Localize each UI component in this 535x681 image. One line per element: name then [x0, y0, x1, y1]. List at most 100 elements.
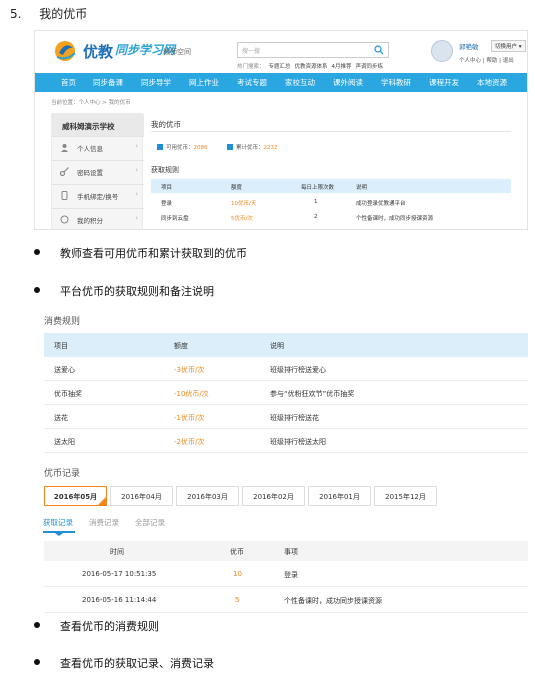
- sidebar: 威科姆演示学校 个人信息 › 密码设置 › 手机绑定/换号 › 我的积分 ›: [51, 113, 144, 229]
- table-cell: 班级排行榜送花: [270, 414, 319, 422]
- sidebar-item-label: 我的积分: [77, 217, 103, 225]
- sidebar-item-points[interactable]: 我的积分 ›: [52, 208, 144, 229]
- nav-item-local-resources[interactable]: 本地资源: [477, 77, 507, 88]
- breadcrumb: 当前位置：个人中心 > 我的优币: [51, 100, 131, 106]
- switch-user-dropdown[interactable]: 切换用户 ▾: [491, 40, 526, 52]
- month-tab-2016-05[interactable]: 2016年05月: [44, 486, 107, 506]
- consume-rules-title: 消费规则: [44, 317, 81, 327]
- tab-spend-records[interactable]: 消费记录: [89, 517, 119, 528]
- table-cell: 1: [314, 199, 318, 205]
- month-label: 2016年01月: [319, 493, 360, 501]
- table-cell: 同步到云盘: [161, 216, 189, 222]
- user-icon: [61, 144, 68, 152]
- table-header-cell: 优币: [230, 548, 244, 556]
- chevron-right-icon: ›: [135, 190, 138, 198]
- table-row: 送太阳 -2优币/次 班级排行榜送太阳: [44, 429, 528, 453]
- nav-item-exam[interactable]: 考试专题: [237, 77, 267, 88]
- sidebar-item-phone[interactable]: 手机绑定/换号 ›: [52, 184, 144, 206]
- section-heading: 5. 我的优币: [10, 5, 87, 22]
- selected-corner-icon: [98, 497, 106, 505]
- nav-item-course-dev[interactable]: 课程开发: [429, 77, 459, 88]
- caret-down-icon: [55, 533, 63, 536]
- table-row: 送爱心 -3优币/次 班级排行榜送爱心: [44, 357, 528, 381]
- table-cell: 送太阳: [54, 438, 75, 446]
- sidebar-item-profile[interactable]: 个人信息 ›: [52, 136, 144, 158]
- nav-item-lesson-prep[interactable]: 同步备课: [93, 77, 123, 88]
- logo-main-text: 优教: [83, 43, 114, 61]
- nav-item-home[interactable]: 首页: [61, 77, 76, 88]
- bullet-item: 查看优币的获取记录、消费记录: [34, 655, 214, 671]
- table-cell: -2优币/次: [174, 438, 205, 446]
- coin-icon: [60, 215, 69, 224]
- section-title: 我的优币: [39, 7, 88, 21]
- bullet-item: 查看优币的消费规则: [34, 618, 159, 634]
- table-row: 2016-05-17 10:51:35 10 登录: [44, 561, 528, 587]
- month-label: 2016年02月: [253, 493, 294, 501]
- nav-item-reading[interactable]: 课外阅读: [333, 77, 363, 88]
- table-header-cell: 额度: [174, 342, 188, 350]
- table-row: 送花 -1优币/次 班级排行榜送花: [44, 405, 528, 429]
- table-cell: 登录: [161, 201, 173, 207]
- total-coins-label: 累计优币：: [236, 145, 264, 151]
- search-icon[interactable]: [374, 45, 384, 55]
- bullet-dot: [34, 659, 40, 665]
- avatar[interactable]: [431, 40, 453, 62]
- user-name[interactable]: 郭艳敏: [459, 41, 479, 51]
- table-header-cell: 事项: [284, 548, 298, 556]
- nav-item-homework[interactable]: 网上作业: [189, 77, 219, 88]
- table-cell: 10: [233, 570, 242, 578]
- table-cell: 参与“优粉狂欢节”优币抽奖: [270, 390, 355, 398]
- user-links[interactable]: 个人中心 | 帮助 | 退出: [459, 56, 514, 64]
- key-icon: [60, 167, 69, 176]
- table-cell: 2: [314, 214, 318, 220]
- hot-search-item[interactable]: 声调同步练: [356, 64, 384, 70]
- sidebar-item-password[interactable]: 密码设置 ›: [52, 160, 144, 182]
- table-cell: 班级排行榜送太阳: [270, 438, 326, 446]
- table-cell: 个性备课时，成功同步授课资源: [284, 597, 382, 605]
- hot-search-item[interactable]: 优教资源体系: [295, 64, 328, 70]
- bullet-dot: [34, 287, 40, 293]
- bullet-text: 查看优币的获取记录、消费记录: [60, 657, 214, 670]
- nav-item-home-school[interactable]: 家校互动: [285, 77, 315, 88]
- search-input[interactable]: 搜一搜: [237, 42, 389, 58]
- tab-earn-records[interactable]: 获取记录: [43, 517, 73, 528]
- sidebar-item-label: 密码设置: [77, 169, 103, 177]
- hot-search-item[interactable]: 专题汇总: [269, 64, 291, 70]
- page-title: 我的优币: [151, 120, 181, 129]
- month-label: 2015年12月: [385, 493, 426, 501]
- table-cell: 个性备课时，成功同步授课资源: [356, 216, 434, 222]
- table-cell: 成功登录优教通平台: [356, 201, 406, 207]
- tab-all-records[interactable]: 全部记录: [135, 517, 165, 528]
- nav-item-guided-study[interactable]: 同步导学: [141, 77, 171, 88]
- available-coins-label: 可用优币：: [166, 145, 194, 151]
- table-cell: 2016-05-16 11:14:44: [82, 596, 157, 604]
- month-label: 2016年04月: [121, 493, 162, 501]
- month-tab-2016-01[interactable]: 2016年01月: [308, 486, 371, 506]
- table-header-cell: 时间: [110, 548, 124, 556]
- table-header-cell: 项目: [54, 342, 68, 350]
- table-header-cell: 项目: [161, 185, 173, 191]
- month-tab-2016-04[interactable]: 2016年04月: [110, 486, 173, 506]
- bullet-item: 平台优币的获取规则和备注说明: [34, 283, 214, 299]
- bullet-text: 教师查看可用优币和累计获取到的优币: [60, 247, 247, 260]
- month-label: 2016年03月: [187, 493, 228, 501]
- divider: [151, 131, 511, 132]
- earn-rules-title: 获取规则: [151, 166, 179, 174]
- search-placeholder: 搜一搜: [242, 48, 261, 55]
- logo-icon: [55, 41, 76, 61]
- nav-item-research[interactable]: 学科教研: [381, 77, 411, 88]
- month-tab-2016-03[interactable]: 2016年03月: [176, 486, 239, 506]
- total-coins: 累计优币：2232: [227, 143, 278, 151]
- month-tab-2015-12[interactable]: 2015年12月: [374, 486, 437, 506]
- hot-search-item[interactable]: 4月推荐: [332, 64, 352, 70]
- coin-records-title: 优币记录: [44, 469, 81, 479]
- hot-search: 热门搜索： 专题汇总 优教资源体系 4月推荐 声调同步练: [237, 62, 383, 70]
- month-tab-2016-02[interactable]: 2016年02月: [242, 486, 305, 506]
- embedded-screenshot: 优教 同步学习网 教师空间 搜一搜 热门搜索： 专题汇总 优教资源体系 4月推荐 声调同…: [34, 30, 528, 230]
- table-cell: 送花: [54, 414, 68, 422]
- available-coins-value: 2086: [193, 145, 208, 151]
- section-number: 5.: [10, 7, 22, 21]
- table-cell: 送爱心: [54, 366, 75, 374]
- bar-chart-icon: [227, 144, 233, 150]
- table-header-cell: 每日上限次数: [301, 185, 335, 191]
